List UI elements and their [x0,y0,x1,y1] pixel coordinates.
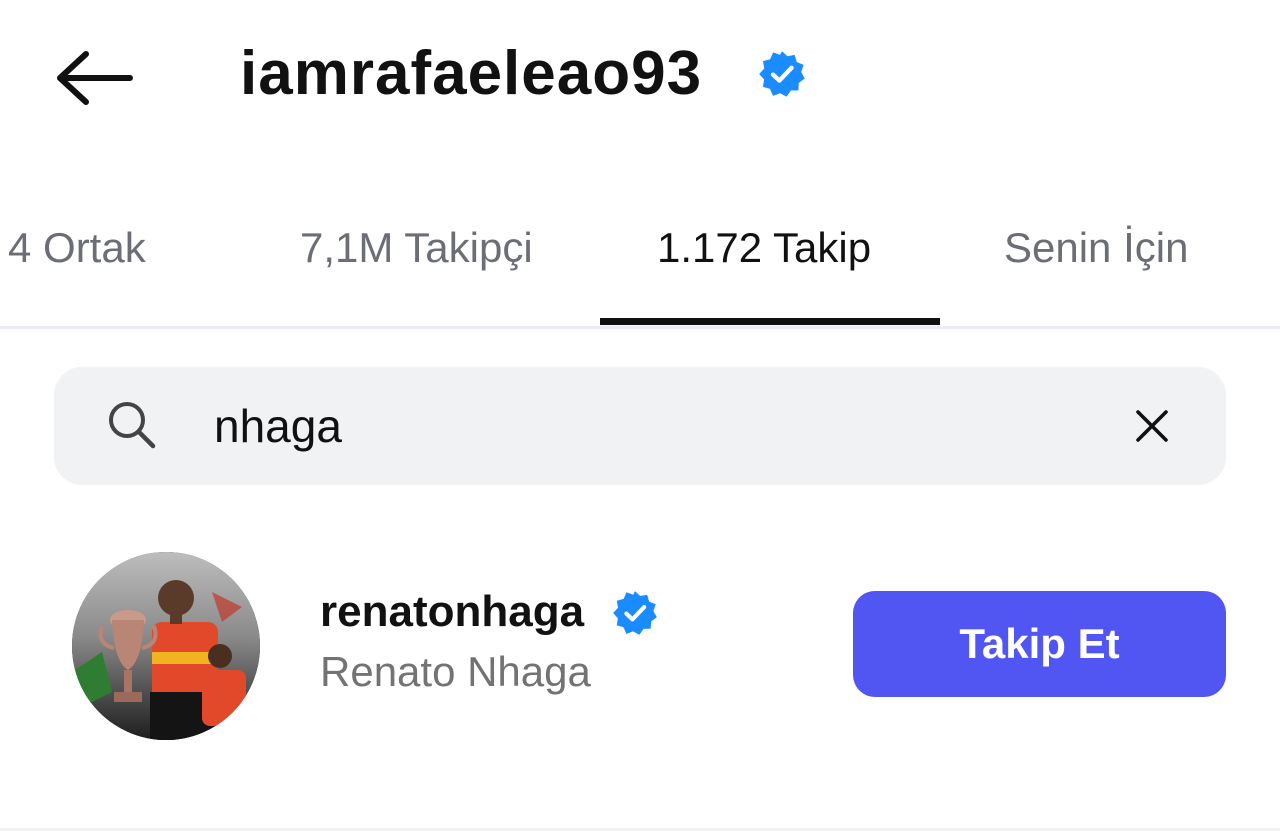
following-list-screen: iamrafaeleao93 4 Ortak 7,1M Takipçi 1.17… [0,0,1280,831]
list-item[interactable]: renatonhaga Renato Nhaga Takip Et [0,540,1280,750]
active-tab-indicator [600,318,940,325]
tab-following[interactable]: 1.172 Takip [657,218,871,278]
tab-for-you[interactable]: Senin İçin [1004,218,1188,278]
profile-header: iamrafaeleao93 [0,0,1280,150]
close-icon [1136,410,1168,442]
avatar-photo [72,552,260,740]
verified-badge-icon [613,591,657,635]
search-input[interactable] [214,391,1074,461]
profile-username: iamrafaeleao93 [240,39,703,108]
arrow-left-icon [57,51,133,105]
tab-mutual[interactable]: 4 Ortak [8,218,146,278]
result-full-name: Renato Nhaga [320,648,591,695]
clear-search-button[interactable] [1124,401,1180,451]
verified-badge-icon [759,51,805,97]
tabs-divider [0,326,1280,329]
avatar[interactable] [72,552,260,740]
follow-tabs: 4 Ortak 7,1M Takipçi 1.172 Takip Senin İ… [0,200,1280,328]
tab-followers[interactable]: 7,1M Takipçi [300,218,533,278]
search-bar [54,367,1226,485]
search-icon [109,402,156,449]
result-username[interactable]: renatonhaga [320,584,584,640]
follow-button[interactable]: Takip Et [853,591,1226,697]
back-button[interactable] [52,46,136,110]
